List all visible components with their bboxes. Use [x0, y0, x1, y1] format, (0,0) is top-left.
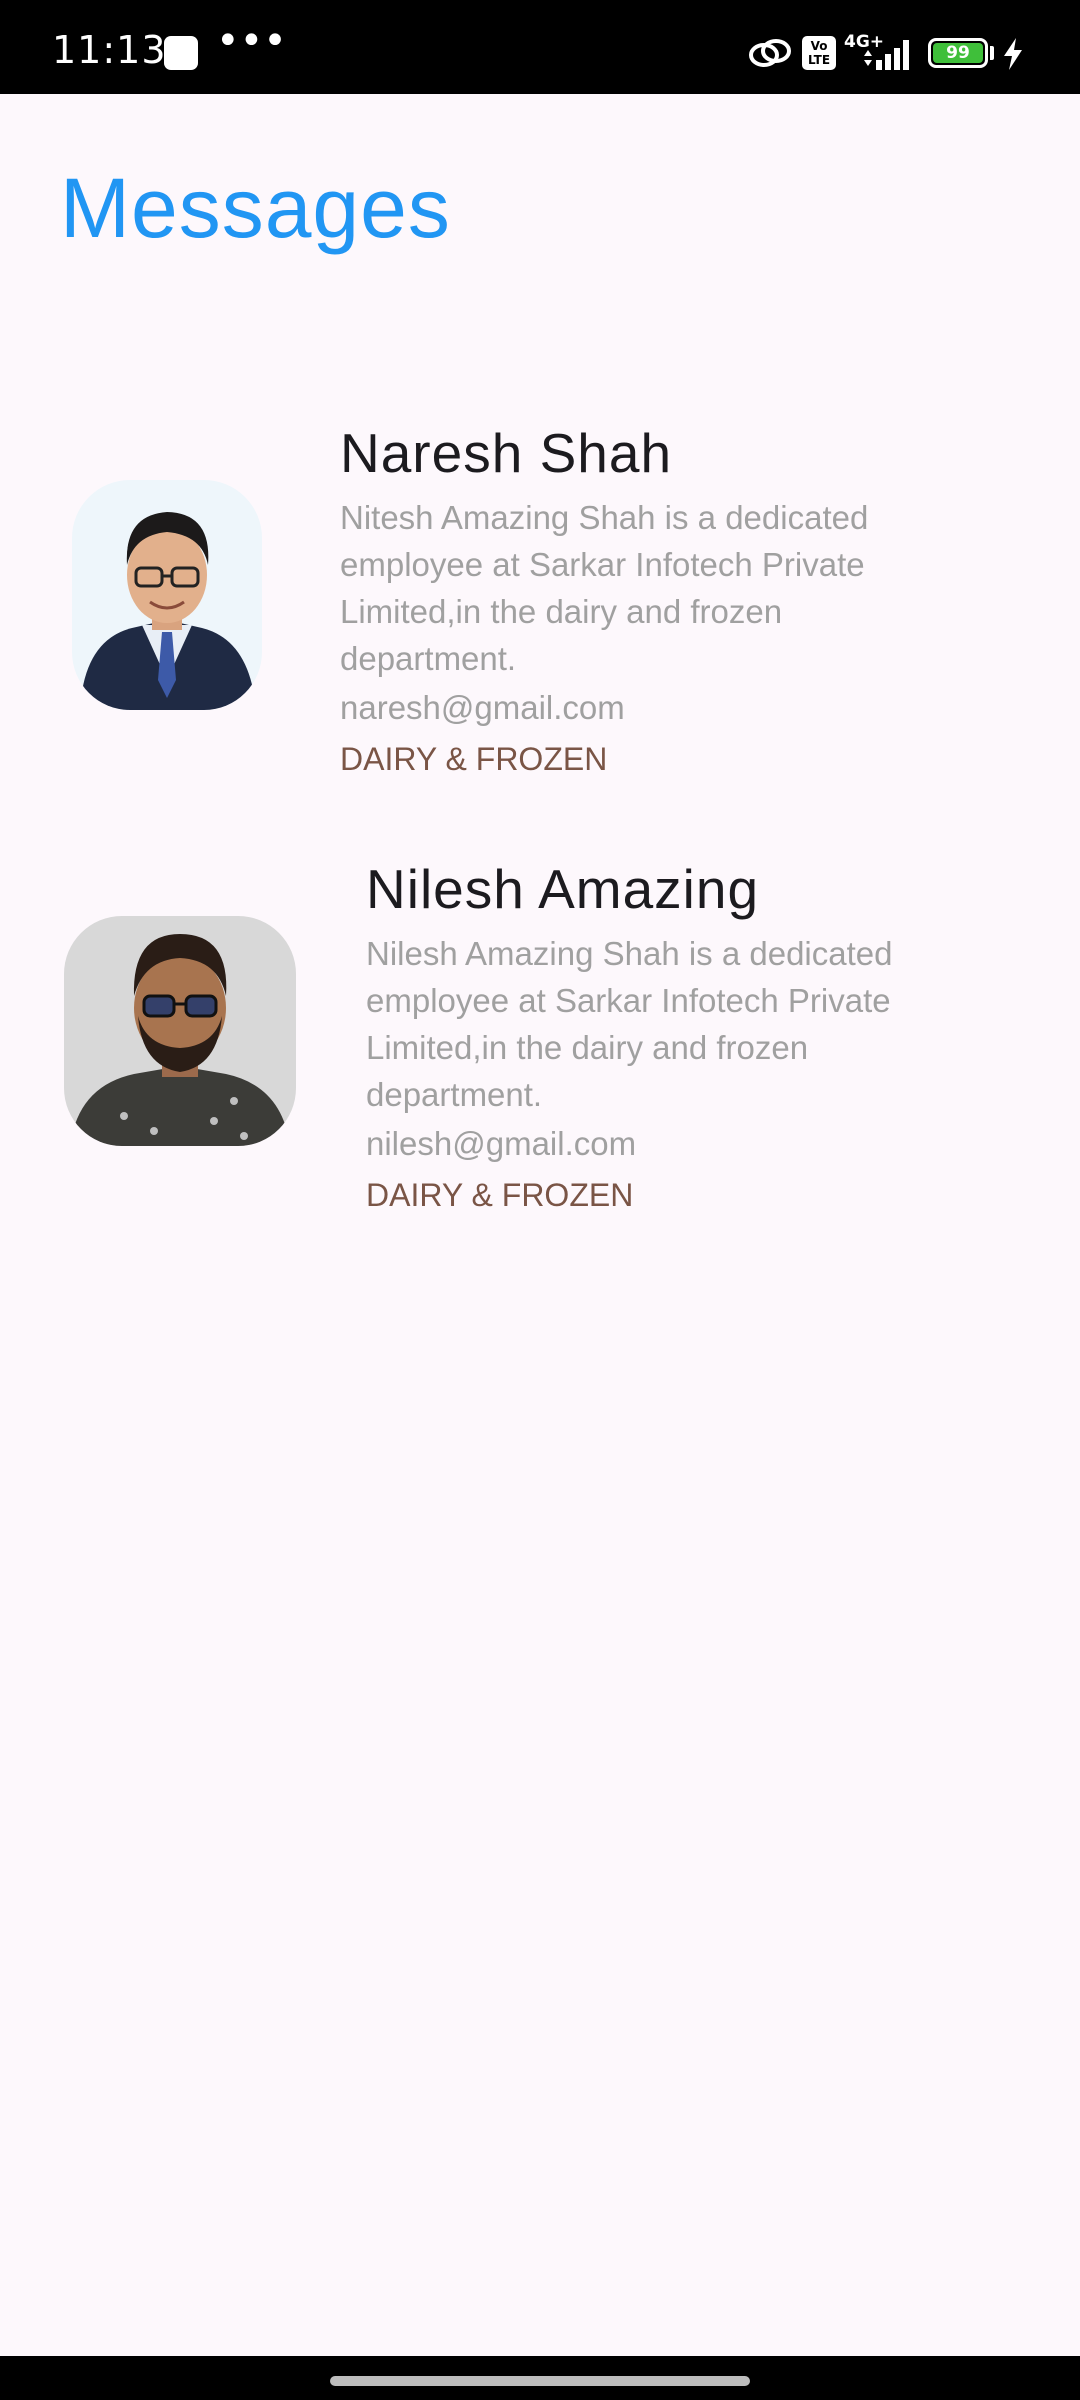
contact-name: Nilesh Amazing — [366, 858, 760, 920]
battery-icon: 99 — [928, 38, 988, 68]
hotspot-link-icon — [748, 36, 792, 75]
contact-description: Nitesh Amazing Shah is a dedicated emplo… — [340, 499, 869, 677]
contact-name: Naresh Shah — [340, 422, 673, 484]
status-time: 11:13 — [52, 28, 167, 72]
contact-description: Nilesh Amazing Shah is a dedicated emplo… — [366, 935, 893, 1113]
home-indicator[interactable] — [330, 2376, 750, 2386]
status-bar: 11:13 ••• Vo LTE 4G+ 99 — [0, 0, 1080, 94]
notification-icon — [164, 36, 198, 70]
navigation-bar — [0, 2356, 1080, 2400]
more-notifications-icon: ••• — [216, 18, 287, 64]
charging-icon — [1002, 38, 1024, 75]
battery-level: 99 — [933, 43, 983, 63]
contact-email: naresh@gmail.com — [340, 689, 625, 726]
page-title: Messages — [60, 161, 451, 255]
contact-department: DAIRY & FROZEN — [366, 1177, 634, 1213]
signal-strength-icon — [862, 36, 916, 75]
volte-icon: Vo LTE — [802, 36, 836, 70]
message-content: Nilesh Amazing Nilesh Amazing Shah is a … — [366, 856, 966, 1220]
battery-tip — [990, 46, 994, 60]
avatar — [64, 916, 296, 1146]
contact-department: DAIRY & FROZEN — [340, 741, 608, 777]
messages-screen: 11:13 ••• Vo LTE 4G+ 99 Messages Naresh … — [0, 0, 1080, 2400]
avatar — [72, 480, 262, 710]
message-content: Naresh Shah Nitesh Amazing Shah is a ded… — [340, 420, 940, 784]
contact-email: nilesh@gmail.com — [366, 1125, 637, 1162]
